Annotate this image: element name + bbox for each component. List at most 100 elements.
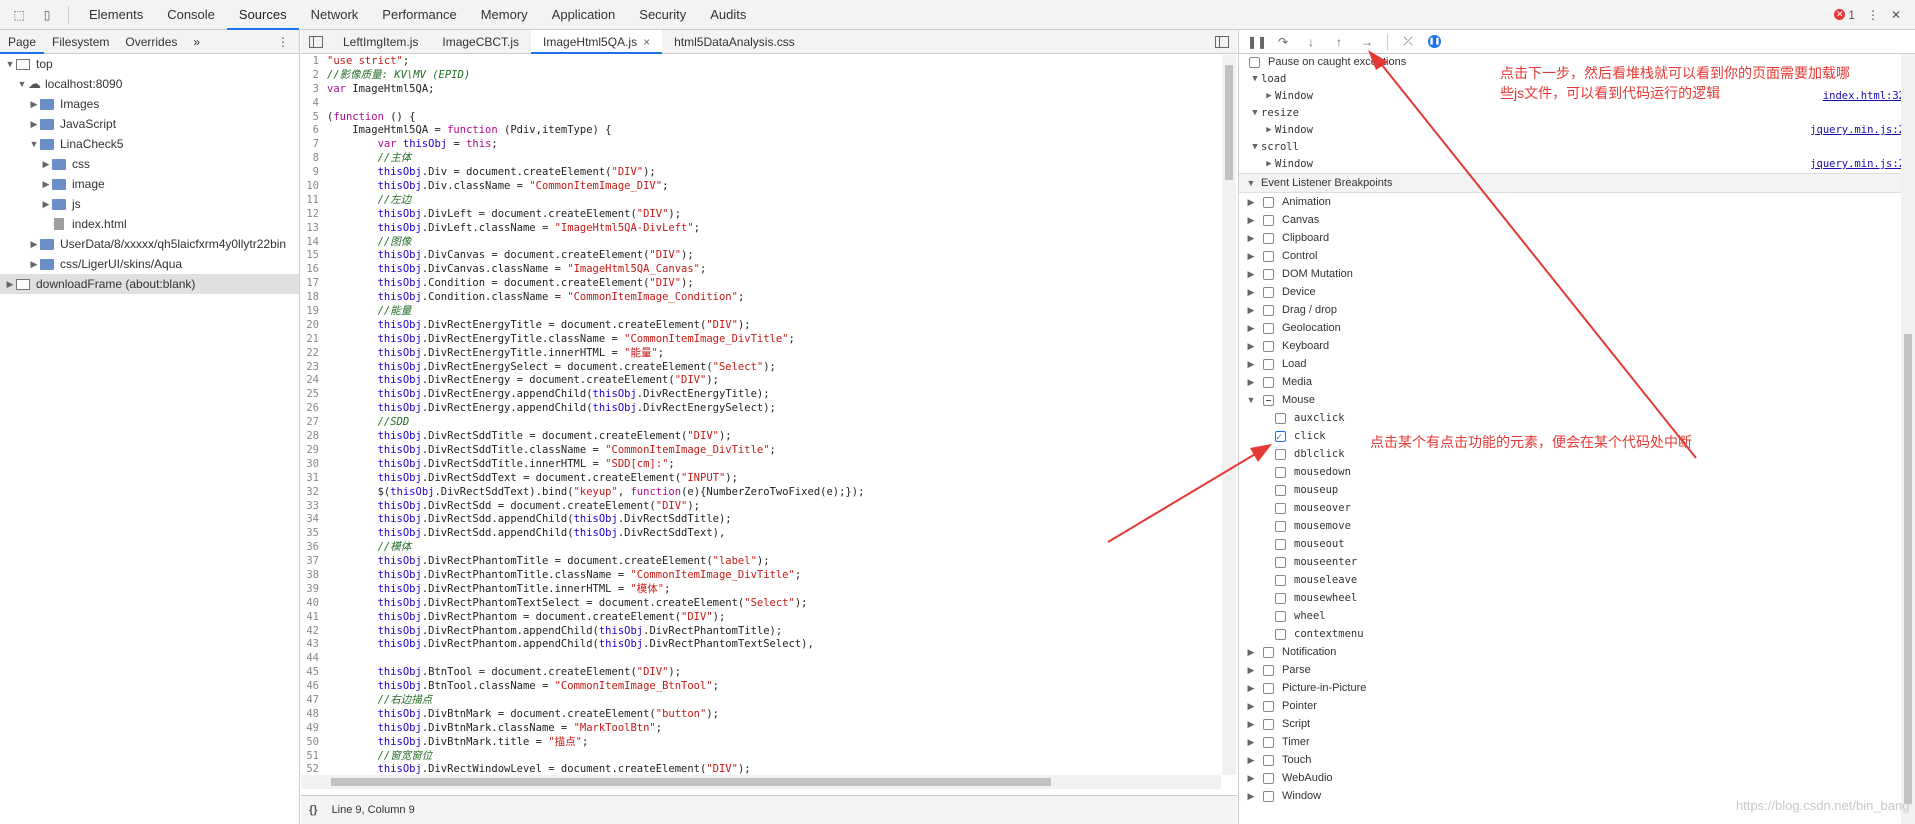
category-checkbox[interactable] xyxy=(1263,772,1274,784)
category-checkbox[interactable] xyxy=(1263,718,1274,730)
mouse-event-auxclick[interactable]: auxclick xyxy=(1239,409,1915,427)
mouse-event-mouseup[interactable]: mouseup xyxy=(1239,481,1915,499)
mouse-event-mouseleave[interactable]: mouseleave xyxy=(1239,571,1915,589)
code-line[interactable]: 26 thisObj.DivRectEnergy.appendChild(thi… xyxy=(301,402,1237,416)
event-checkbox[interactable] xyxy=(1275,592,1286,604)
debugger-vertical-scrollbar[interactable] xyxy=(1901,54,1915,824)
toggle-debugger-icon[interactable] xyxy=(1215,35,1229,48)
category-checkbox[interactable] xyxy=(1263,646,1274,658)
event-checkbox[interactable] xyxy=(1275,412,1286,424)
breakpoint-category[interactable]: ▶ Device xyxy=(1239,283,1915,301)
code-line[interactable]: 40 thisObj.DivRectPhantomTextSelect = do… xyxy=(301,597,1237,611)
breakpoint-category[interactable]: ▶ Timer xyxy=(1239,733,1915,751)
category-checkbox[interactable] xyxy=(1263,736,1274,748)
code-line[interactable]: 48 thisObj.DivBtnMark = document.createE… xyxy=(301,708,1237,722)
main-tab-audits[interactable]: Audits xyxy=(698,0,758,30)
code-line[interactable]: 24 thisObj.DivRectEnergy = document.crea… xyxy=(301,374,1237,388)
collapsed-triangle-icon[interactable]: ▶ xyxy=(28,94,40,114)
toggle-navigator-icon[interactable] xyxy=(309,35,323,48)
listener-target-row[interactable]: ▶ Window jquery.min.js:2 xyxy=(1239,156,1915,173)
code-line[interactable]: 19 //能量 xyxy=(301,305,1237,319)
code-line[interactable]: 5 (function () { xyxy=(301,111,1237,125)
category-checkbox[interactable] xyxy=(1263,214,1274,226)
line-number[interactable]: 1 xyxy=(301,55,327,69)
collapsed-triangle-icon[interactable]: ▶ xyxy=(1245,697,1257,715)
line-number[interactable]: 5 xyxy=(301,111,327,125)
breakpoint-category[interactable]: ▶ Parse xyxy=(1239,661,1915,679)
code-line[interactable]: 23 thisObj.DivRectEnergySelect = documen… xyxy=(301,361,1237,375)
collapsed-triangle-icon[interactable]: ▶ xyxy=(1245,715,1257,733)
event-checkbox[interactable] xyxy=(1275,610,1286,622)
code-line[interactable]: 11 //左边 xyxy=(301,194,1237,208)
line-number[interactable]: 11 xyxy=(301,194,327,208)
collapsed-triangle-icon[interactable]: ▶ xyxy=(1245,769,1257,787)
listener-target-row[interactable]: ▶ Window jquery.min.js:2 xyxy=(1239,122,1915,139)
category-checkbox[interactable] xyxy=(1263,754,1274,766)
code-line[interactable]: 10 thisObj.Div.className = "CommonItemIm… xyxy=(301,180,1237,194)
main-tab-elements[interactable]: Elements xyxy=(77,0,155,30)
line-number[interactable]: 16 xyxy=(301,263,327,277)
line-number[interactable]: 46 xyxy=(301,680,327,694)
collapsed-triangle-icon[interactable]: ▶ xyxy=(1245,319,1257,337)
line-number[interactable]: 32 xyxy=(301,486,327,500)
event-checkbox[interactable] xyxy=(1275,538,1286,550)
code-line[interactable]: 4 xyxy=(301,97,1237,111)
code-line[interactable]: 32 $(thisObj.DivRectSddText).bind("keyup… xyxy=(301,486,1237,500)
collapsed-triangle-icon[interactable]: ▶ xyxy=(1245,751,1257,769)
code-line[interactable]: 50 thisObj.DivBtnMark.title = "描点"; xyxy=(301,736,1237,750)
event-checkbox[interactable] xyxy=(1275,556,1286,568)
code-line[interactable]: 27 //SDD xyxy=(301,416,1237,430)
line-number[interactable]: 25 xyxy=(301,388,327,402)
collapsed-triangle-icon[interactable]: ▶ xyxy=(40,154,52,174)
navigator-menu-icon[interactable]: ⋮ xyxy=(277,35,299,49)
category-checkbox[interactable] xyxy=(1263,700,1274,712)
code-line[interactable]: 42 thisObj.DivRectPhantom.appendChild(th… xyxy=(301,625,1237,639)
category-checkbox[interactable] xyxy=(1263,232,1274,244)
code-line[interactable]: 34 thisObj.DivRectSdd.appendChild(thisOb… xyxy=(301,513,1237,527)
breakpoint-category[interactable]: ▶ Pointer xyxy=(1239,697,1915,715)
collapsed-triangle-icon[interactable]: ▶ xyxy=(1245,643,1257,661)
listener-source-link[interactable]: jquery.min.js:2 xyxy=(1810,156,1915,173)
breakpoint-category[interactable]: ▶ Geolocation xyxy=(1239,319,1915,337)
collapsed-triangle-icon[interactable]: ▶ xyxy=(1245,283,1257,301)
listener-event-row[interactable]: ▼ resize xyxy=(1239,105,1915,122)
main-tab-security[interactable]: Security xyxy=(627,0,698,30)
mouse-event-wheel[interactable]: wheel xyxy=(1239,607,1915,625)
line-number[interactable]: 2 xyxy=(301,69,327,83)
code-line[interactable]: 25 thisObj.DivRectEnergy.appendChild(thi… xyxy=(301,388,1237,402)
main-tab-sources[interactable]: Sources xyxy=(226,0,299,30)
editor-horizontal-scrollbar[interactable] xyxy=(301,775,1221,789)
category-checkbox[interactable] xyxy=(1263,268,1274,280)
deactivate-breakpoints-icon[interactable]: ⤫ xyxy=(1400,34,1416,49)
main-tab-network[interactable]: Network xyxy=(299,0,371,30)
editor-tab[interactable]: LeftImgItem.js xyxy=(331,30,430,54)
nav-tab-filesystem[interactable]: Filesystem xyxy=(44,30,117,54)
category-checkbox[interactable] xyxy=(1263,394,1274,406)
breakpoint-category[interactable]: ▶ Load xyxy=(1239,355,1915,373)
line-number[interactable]: 10 xyxy=(301,180,327,194)
code-line[interactable]: 14 //图像 xyxy=(301,236,1237,250)
expanded-triangle-icon[interactable]: ▼ xyxy=(28,134,40,154)
pause-on-caught-checkbox[interactable] xyxy=(1249,57,1260,68)
collapsed-triangle-icon[interactable]: ▶ xyxy=(1245,787,1257,805)
mouse-event-mousedown[interactable]: mousedown xyxy=(1239,463,1915,481)
tree-item[interactable]: ▼ LinaCheck5 xyxy=(0,134,299,154)
breakpoint-category[interactable]: ▶ Notification xyxy=(1239,643,1915,661)
breakpoint-category[interactable]: ▶ DOM Mutation xyxy=(1239,265,1915,283)
code-line[interactable]: 46 thisObj.BtnTool.className = "CommonIt… xyxy=(301,680,1237,694)
line-number[interactable]: 48 xyxy=(301,708,327,722)
event-checkbox[interactable] xyxy=(1275,466,1286,478)
line-number[interactable]: 40 xyxy=(301,597,327,611)
code-line[interactable]: 35 thisObj.DivRectSdd.appendChild(thisOb… xyxy=(301,527,1237,541)
device-toolbar-icon[interactable]: ▯ xyxy=(38,6,56,24)
category-checkbox[interactable] xyxy=(1263,664,1274,676)
editor-tab[interactable]: ImageCBCT.js xyxy=(430,30,531,54)
category-checkbox[interactable] xyxy=(1263,250,1274,262)
collapsed-triangle-icon[interactable]: ▶ xyxy=(1245,661,1257,679)
code-line[interactable]: 52 thisObj.DivRectWindowLevel = document… xyxy=(301,763,1237,775)
tree-item[interactable]: ▶ image xyxy=(0,174,299,194)
expanded-triangle-icon[interactable]: ▼ xyxy=(4,54,16,74)
code-line[interactable]: 49 thisObj.DivBtnMark.className = "MarkT… xyxy=(301,722,1237,736)
line-number[interactable]: 28 xyxy=(301,430,327,444)
category-checkbox[interactable] xyxy=(1263,304,1274,316)
